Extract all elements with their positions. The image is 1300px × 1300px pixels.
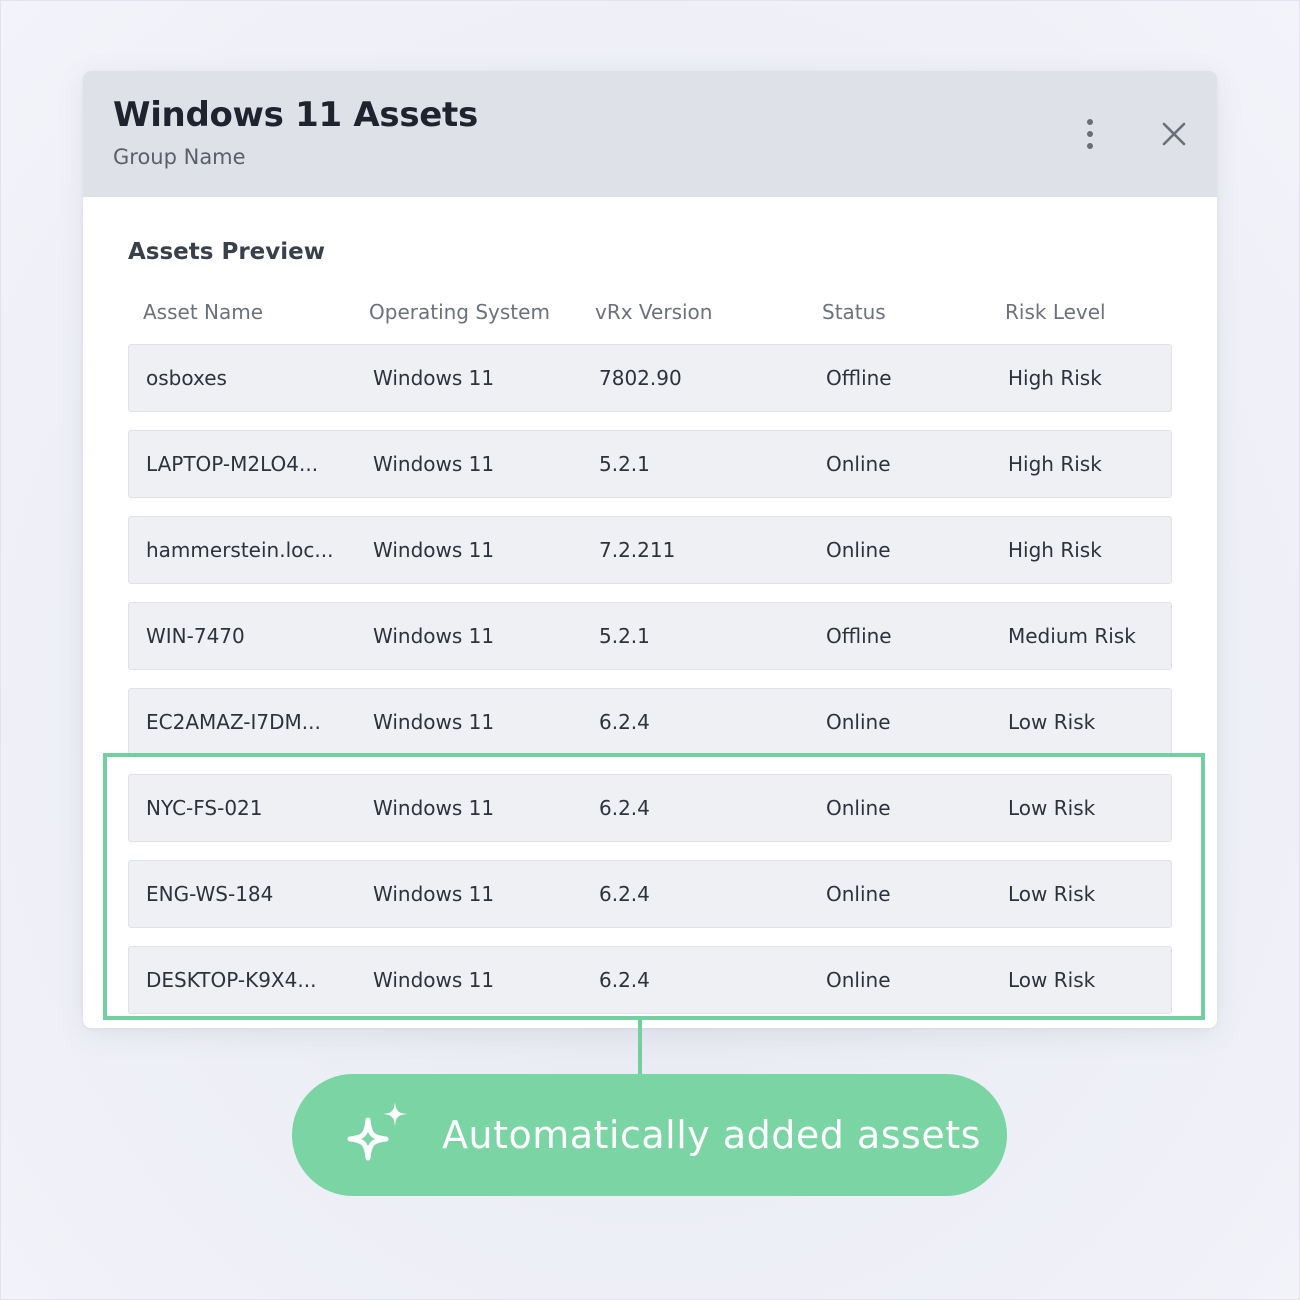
dialog-header: Windows 11 Assets Group Name (83, 71, 1217, 197)
asset-name-cell: osboxes (146, 366, 227, 390)
status-cell: Offline (826, 624, 892, 648)
version-cell: 6.2.4 (599, 710, 650, 734)
risk-cell: Low Risk (1008, 968, 1096, 992)
asset-name-cell: DESKTOP-K9X4... (146, 968, 317, 992)
auto-added-callout: Automatically added assets (292, 1074, 1007, 1196)
asset-name-cell: EC2AMAZ-I7DM... (146, 710, 321, 734)
table-row[interactable]: EC2AMAZ-I7DM... Windows 11 6.2.4 Online … (128, 688, 1172, 756)
asset-name-cell: NYC-FS-021 (146, 796, 263, 820)
column-header-risk-level: Risk Level (1005, 300, 1106, 324)
table-row[interactable]: osboxes Windows 11 7802.90 Offline High … (128, 344, 1172, 412)
callout-connector (638, 1016, 642, 1076)
column-header-asset-name: Asset Name (143, 300, 264, 324)
close-icon (1162, 122, 1186, 146)
version-cell: 7.2.211 (599, 538, 676, 562)
risk-cell: Low Risk (1008, 882, 1096, 906)
dialog-title: Windows 11 Assets (113, 95, 478, 135)
os-cell: Windows 11 (373, 624, 495, 648)
table-row[interactable]: hammerstein.loc... Windows 11 7.2.211 On… (128, 516, 1172, 584)
sparkle-icon (347, 1102, 407, 1161)
version-cell: 7802.90 (599, 366, 682, 390)
risk-cell: Low Risk (1008, 796, 1096, 820)
risk-cell: Low Risk (1008, 710, 1096, 734)
asset-name-cell: LAPTOP-M2LO4... (146, 452, 319, 476)
asset-name-cell: WIN-7470 (146, 624, 245, 648)
table-row[interactable]: LAPTOP-M2LO4... Windows 11 5.2.1 Online … (128, 430, 1172, 498)
os-cell: Windows 11 (373, 452, 495, 476)
asset-name-cell: ENG-WS-184 (146, 882, 274, 906)
os-cell: Windows 11 (373, 538, 495, 562)
risk-cell: High Risk (1008, 452, 1102, 476)
assets-preview-title: Assets Preview (128, 239, 325, 265)
column-header-status: Status (822, 300, 886, 324)
version-cell: 5.2.1 (599, 624, 650, 648)
os-cell: Windows 11 (373, 366, 495, 390)
column-header-vrx-version: vRx Version (595, 300, 713, 324)
vertical-dots-icon (1087, 119, 1093, 149)
status-cell: Online (826, 796, 891, 820)
asset-name-cell: hammerstein.loc... (146, 538, 334, 562)
asset-group-dialog: Windows 11 Assets Group Name Assets Prev… (83, 71, 1217, 1028)
os-cell: Windows 11 (373, 882, 495, 906)
status-cell: Online (826, 882, 891, 906)
status-cell: Online (826, 710, 891, 734)
status-cell: Offline (826, 366, 892, 390)
version-cell: 6.2.4 (599, 882, 650, 906)
version-cell: 6.2.4 (599, 968, 650, 992)
os-cell: Windows 11 (373, 796, 495, 820)
dialog-subtitle: Group Name (113, 145, 246, 169)
risk-cell: High Risk (1008, 538, 1102, 562)
risk-cell: High Risk (1008, 366, 1102, 390)
callout-label: Automatically added assets (442, 1113, 981, 1157)
column-header-operating-system: Operating System (369, 300, 550, 324)
os-cell: Windows 11 (373, 968, 495, 992)
table-row[interactable]: WIN-7470 Windows 11 5.2.1 Offline Medium… (128, 602, 1172, 670)
os-cell: Windows 11 (373, 710, 495, 734)
status-cell: Online (826, 538, 891, 562)
status-cell: Online (826, 968, 891, 992)
version-cell: 5.2.1 (599, 452, 650, 476)
status-cell: Online (826, 452, 891, 476)
table-row[interactable]: NYC-FS-021 Windows 11 6.2.4 Online Low R… (128, 774, 1172, 842)
table-row[interactable]: ENG-WS-184 Windows 11 6.2.4 Online Low R… (128, 860, 1172, 928)
version-cell: 6.2.4 (599, 796, 650, 820)
close-button[interactable] (1157, 117, 1191, 151)
table-row[interactable]: DESKTOP-K9X4... Windows 11 6.2.4 Online … (128, 946, 1172, 1014)
assets-table: osboxes Windows 11 7802.90 Offline High … (128, 344, 1172, 1028)
risk-cell: Medium Risk (1008, 624, 1136, 648)
more-options-button[interactable] (1075, 115, 1105, 153)
